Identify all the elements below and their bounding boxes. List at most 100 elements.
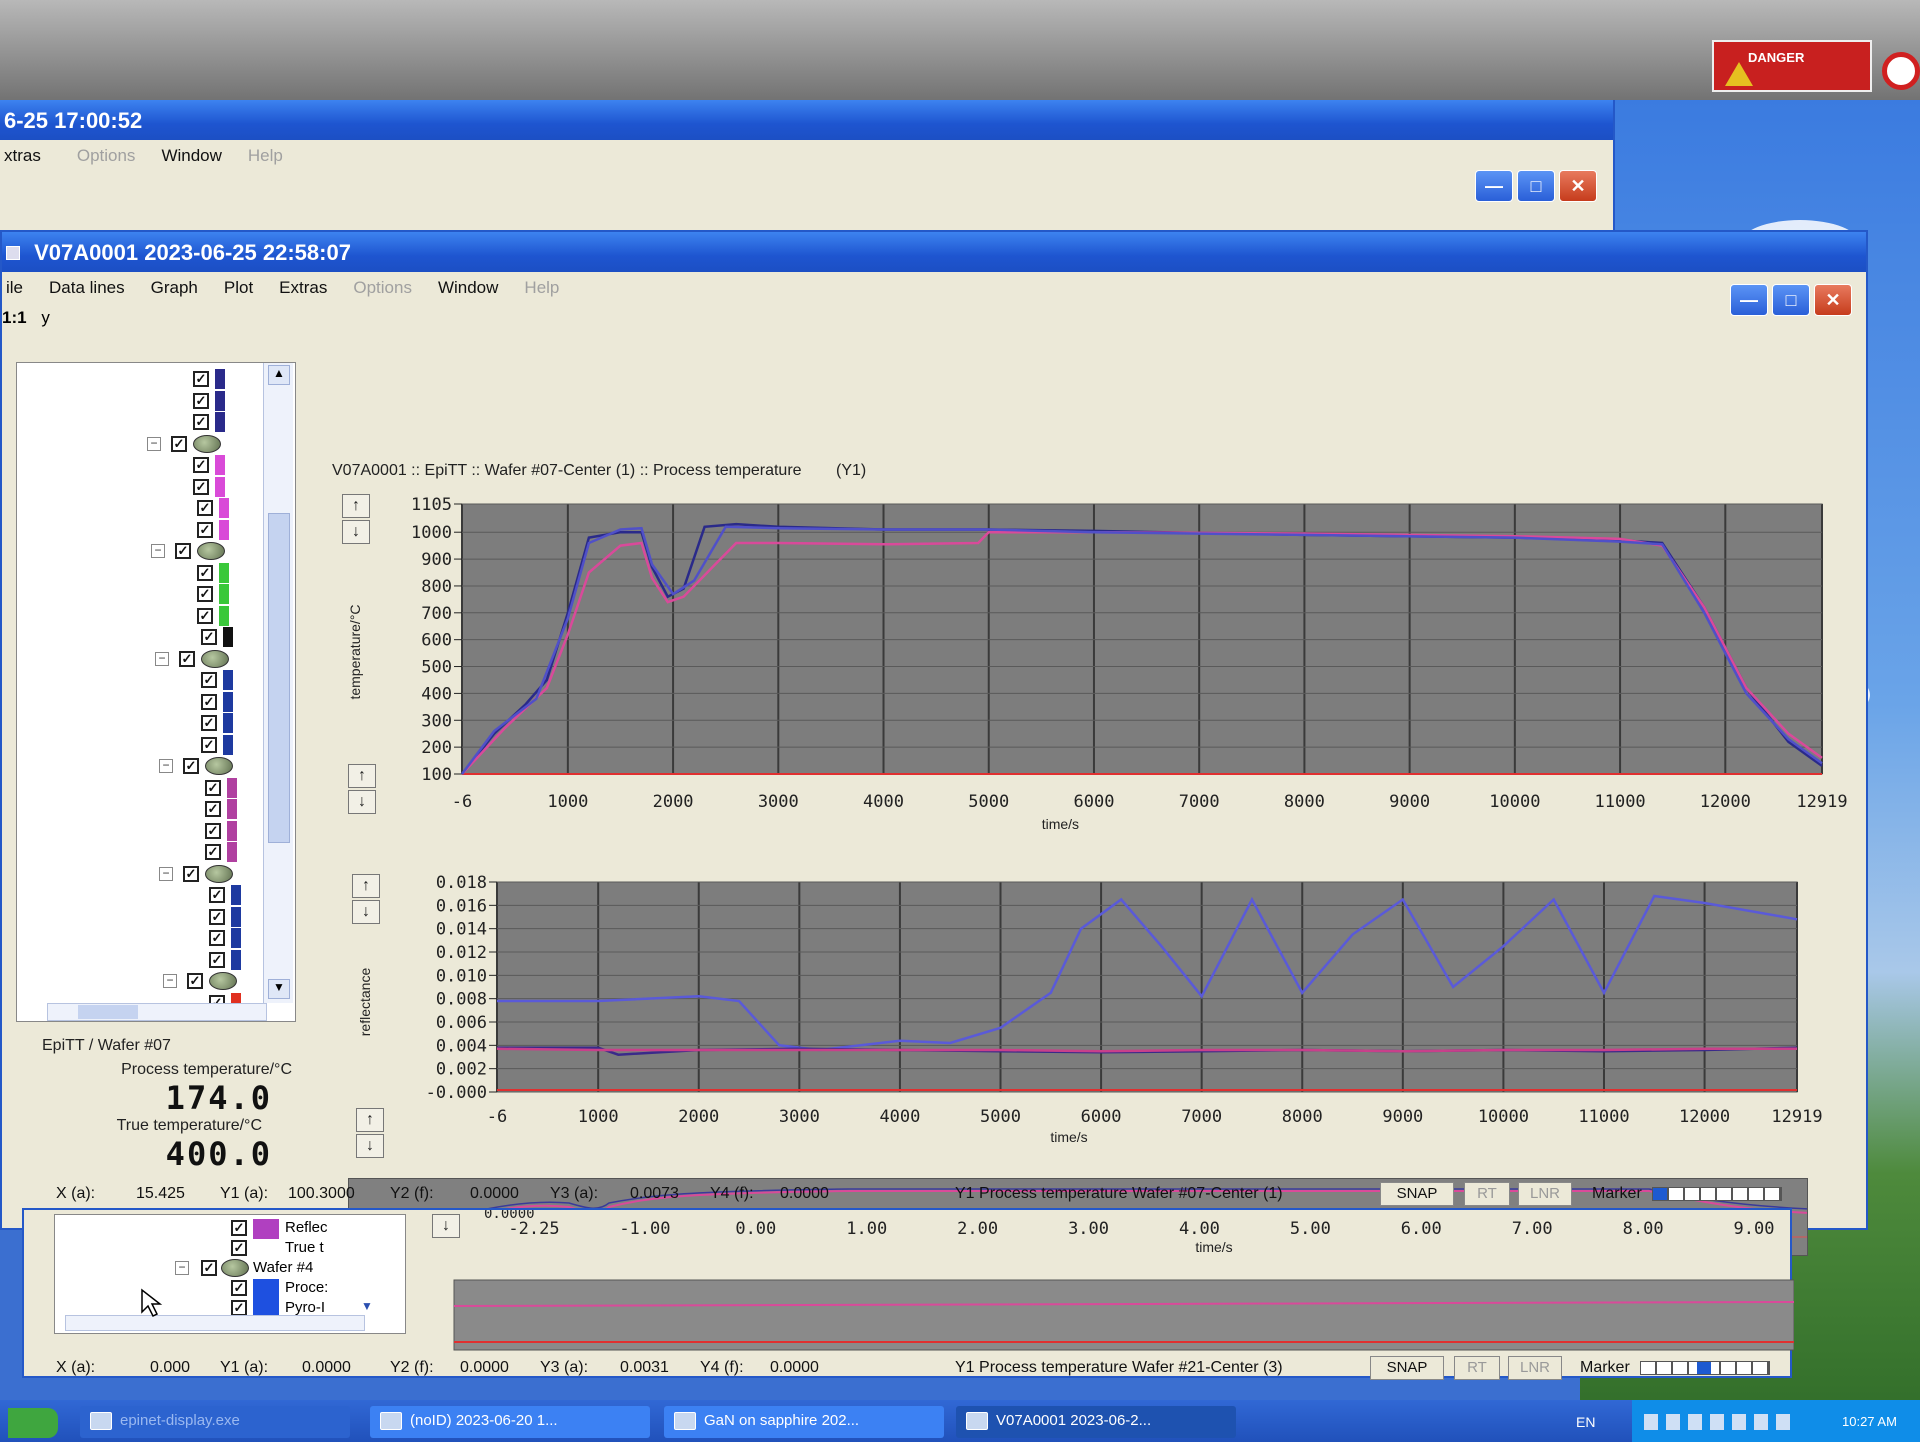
line-checkbox[interactable]: ✓ [231, 1300, 247, 1316]
taskbar-item-label: (noID) 2023-06-20 1... [410, 1412, 558, 1429]
minimize-button[interactable]: — [1475, 170, 1513, 202]
maximize-button[interactable]: □ [1517, 170, 1555, 202]
menu-options[interactable]: Options [77, 146, 136, 170]
x-axis-label: time/s [1042, 816, 1079, 832]
x-tick-label: 5000 [968, 792, 1009, 812]
language-indicator[interactable]: EN [1576, 1414, 1595, 1430]
tree-item[interactable]: ✓ Proce: [55, 1279, 355, 1299]
pan-down-arrow-icon[interactable]: ↓ [356, 1134, 384, 1158]
line-color-swatch [253, 1279, 279, 1299]
x-tick-label: -1.00 [619, 1219, 670, 1239]
wafer-icon [221, 1259, 249, 1277]
charts-svg: -6 1000 2000 3000 4000 5000 6000 7000 8000 9000 10… [347, 495, 1848, 1145]
tree-item[interactable]: − ✓ Wafer #4 [55, 1259, 355, 1277]
marker-label: Marker [1580, 1359, 1630, 1376]
app-icon [380, 1412, 402, 1430]
x-axis-label: time/s [1195, 1239, 1232, 1255]
monitor-screen: 6-25 17:00:52 — □ ✕ xtras Options Window… [0, 100, 1920, 1442]
tree-item-label: Reflec [285, 1219, 328, 1236]
x-axis-label: time/s [1050, 1129, 1087, 1145]
pan-down-arrow-icon[interactable]: ↓ [348, 790, 376, 814]
line-checkbox[interactable]: ✓ [231, 1240, 247, 1256]
rt-button[interactable]: RT [1464, 1182, 1510, 1206]
lower-hscroll[interactable] [65, 1315, 365, 1331]
tray-clock[interactable]: 10:27 AM [1842, 1414, 1897, 1429]
menu-window[interactable]: Window [161, 146, 221, 170]
zoom-up-arrow-icon[interactable]: ↑ [342, 494, 370, 518]
y-tick-label: 0.014 [436, 920, 487, 940]
snap-button[interactable]: SNAP [1380, 1182, 1454, 1206]
pan-up-arrow-icon[interactable]: ↑ [348, 764, 376, 788]
close-button[interactable]: ✕ [1559, 170, 1597, 202]
pan-down-arrow-icon[interactable]: ↓ [432, 1214, 460, 1238]
y-tick-label: 800 [421, 577, 452, 597]
lower-status-y3-value: 0.0031 [620, 1359, 669, 1376]
tree-item[interactable]: ✓ True t [55, 1239, 355, 1259]
back-window-titlebar[interactable]: 6-25 17:00:52 — □ ✕ [0, 100, 1613, 202]
line-checkbox[interactable]: ✓ [231, 1220, 247, 1236]
status-y2-value: 0.0000 [470, 1185, 519, 1202]
y-tick-label: 400 [421, 684, 452, 704]
lower-data-tree: ✓ Reflec ✓ True t − ✓ Wafer #4 ✓ Proce: ✓ Pyro-I ▼ [54, 1214, 406, 1334]
x-tick-label: 1.00 [846, 1219, 887, 1239]
y-tick-label: 100 [421, 765, 452, 785]
zoom-down-arrow-icon[interactable]: ↓ [352, 900, 380, 924]
status-x-value: 15.425 [136, 1185, 185, 1202]
taskbar-item[interactable]: (noID) 2023-06-20 1... [370, 1406, 650, 1438]
x-tick-label: -6 [487, 1107, 507, 1127]
tree-item[interactable]: ✓ Reflec [55, 1219, 355, 1239]
x-tick-label: 4.00 [1179, 1219, 1220, 1239]
x-tick-label: 3.00 [1068, 1219, 1109, 1239]
snap-button[interactable]: SNAP [1370, 1356, 1444, 1380]
x-tick-label: 11000 [1578, 1107, 1629, 1127]
tray-icons[interactable] [1644, 1414, 1794, 1430]
line-checkbox[interactable]: ✓ [231, 1280, 247, 1296]
x-tick-label: 2000 [678, 1107, 719, 1127]
x-tick-label: 3000 [779, 1107, 820, 1127]
x-tick-label: 7000 [1179, 792, 1220, 812]
x-tick-label: 9000 [1389, 792, 1430, 812]
lnr-button[interactable]: LNR [1508, 1356, 1562, 1380]
app-icon [966, 1412, 988, 1430]
marker-slider[interactable] [1640, 1361, 1770, 1375]
y-tick-label: 0.002 [436, 1060, 487, 1080]
lower-status-y1-label: Y1 (a): [220, 1359, 269, 1376]
x-tick-label: 7.00 [1512, 1219, 1553, 1239]
taskbar-item-active[interactable]: V07A0001 2023-06-2... [956, 1406, 1236, 1438]
lower-status-y4-value: 0.0000 [770, 1359, 819, 1376]
pan-up-arrow-icon[interactable]: ↑ [356, 1108, 384, 1132]
x-tick-label: 6.00 [1401, 1219, 1442, 1239]
x-tick-label: 9.00 [1734, 1219, 1775, 1239]
x-tick-label: 11000 [1594, 792, 1645, 812]
status-y3-label: Y3 (a): [550, 1185, 599, 1202]
collapse-icon[interactable]: − [175, 1261, 189, 1275]
y-axis-label: temperature/°C [347, 604, 363, 699]
taskbar-item[interactable]: GaN on sapphire 202... [664, 1406, 944, 1438]
start-button[interactable] [8, 1408, 58, 1438]
y-tick-label: 0.008 [436, 990, 487, 1010]
x-tick-label: 12919 [1771, 1107, 1822, 1127]
group-checkbox[interactable]: ✓ [201, 1260, 217, 1276]
y-tick-label: 900 [421, 550, 452, 570]
status-y1-value: 100.3000 [288, 1185, 355, 1202]
lower-chart-svg: -2.25 -1.00 0.00 1.00 2.00 3.00 4.00 5.00 6.00 7.… [453, 1210, 1794, 1351]
tree-item-label: True t [285, 1239, 324, 1256]
back-window-menubar: xtras Options Window Help [0, 140, 1613, 170]
zoom-up-arrow-icon[interactable]: ↑ [352, 874, 380, 898]
lower-status-x-value: 0.000 [150, 1359, 191, 1376]
mouse-cursor-icon [141, 1288, 163, 1318]
marker-slider[interactable] [1652, 1187, 1782, 1201]
taskbar-item[interactable]: epinet-display.exe [80, 1406, 350, 1438]
status-y4-value: 0.0000 [780, 1185, 829, 1202]
x-tick-label: 3000 [758, 792, 799, 812]
lower-status-x-label: X (a): [56, 1359, 96, 1376]
zoom-down-arrow-icon[interactable]: ↓ [342, 520, 370, 544]
lnr-button[interactable]: LNR [1518, 1182, 1572, 1206]
status-x-label: X (a): [56, 1185, 96, 1202]
menu-extras[interactable]: xtras [4, 146, 41, 170]
x-tick-label: 4000 [879, 1107, 920, 1127]
prohibition-sign-icon [1882, 52, 1920, 90]
taskbar-item-label: GaN on sapphire 202... [704, 1412, 860, 1429]
menu-help[interactable]: Help [248, 146, 283, 170]
rt-button[interactable]: RT [1454, 1356, 1500, 1380]
